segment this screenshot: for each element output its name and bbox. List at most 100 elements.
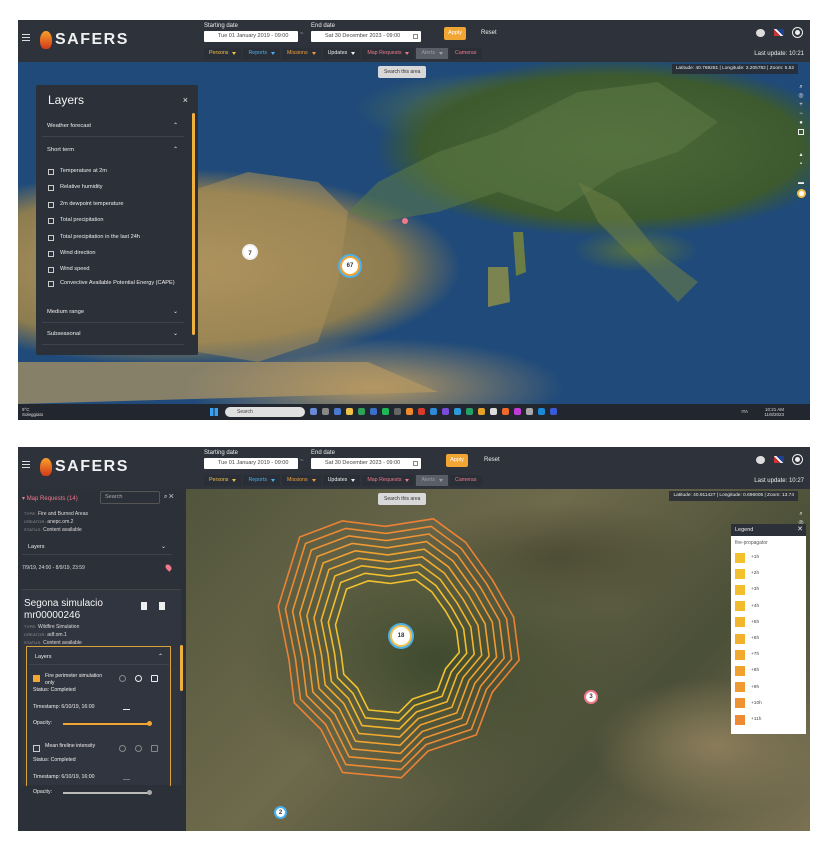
checkbox[interactable] (48, 202, 54, 208)
filter-reports[interactable]: Reports (243, 47, 280, 59)
reset-button[interactable]: Reset (481, 30, 497, 36)
info-icon[interactable] (135, 745, 142, 752)
cluster-marker[interactable]: 18 (390, 625, 412, 647)
map-request-pin[interactable] (402, 218, 408, 224)
search-icon[interactable]: ⌕ (798, 511, 804, 517)
filter-reports[interactable]: Reports (243, 474, 280, 486)
cluster-marker[interactable]: 2 (274, 806, 287, 819)
map-request-card[interactable]: Segona simulacio mr00000246 TYPE: Wildfir… (21, 589, 181, 795)
search-close-icons[interactable]: ⌕ ✕ (164, 494, 174, 501)
layer-checkbox[interactable]: Temperature at 2m (48, 168, 178, 176)
weather-widget[interactable]: 9°C Soleggiato (22, 407, 43, 417)
layer-checkbox[interactable]: 2m dewpoint temperature (48, 201, 178, 209)
download-icon[interactable] (123, 773, 130, 780)
taskbar-search[interactable]: Search (225, 407, 305, 417)
layer-checkbox[interactable]: Convective Available Potential Energy (C… (48, 280, 178, 288)
help-icon[interactable] (119, 675, 126, 682)
end-date-field[interactable]: Sat 30 December 2023 - 09:00 (311, 31, 421, 42)
copy-icon[interactable] (141, 602, 147, 610)
locate-icon[interactable]: ◎ (798, 93, 804, 99)
map-requests-search[interactable]: Search (100, 491, 160, 504)
apply-button[interactable]: Apply (444, 27, 466, 40)
zoom-in-icon[interactable]: + (798, 102, 804, 108)
panel-scrollbar[interactable] (180, 645, 183, 691)
calendar-icon[interactable] (413, 34, 418, 39)
filter-persons[interactable]: Persons (204, 47, 242, 59)
app-icon[interactable] (514, 408, 521, 415)
app-icon[interactable] (382, 408, 389, 415)
checkbox[interactable] (48, 251, 54, 257)
cluster-marker[interactable]: 3 (584, 690, 598, 704)
chrome-icon[interactable] (478, 408, 485, 415)
windows-start-icon[interactable] (210, 408, 218, 416)
uk-flag-icon[interactable] (774, 29, 784, 36)
filter-map-requests[interactable]: Map Requests (362, 47, 415, 59)
info-icon[interactable] (135, 675, 142, 682)
map-requests-header[interactable]: ▾ Map Requests (14) (22, 495, 78, 502)
search-this-area-button[interactable]: Search this area (378, 66, 427, 78)
opacity-knob[interactable] (146, 790, 152, 795)
zoom-out-icon[interactable]: − (798, 111, 804, 117)
draw-icon[interactable]: ▬ (798, 180, 804, 186)
app-icon[interactable] (406, 408, 413, 415)
filter-alerts[interactable]: Alerts (416, 474, 449, 486)
account-icon[interactable] (793, 455, 802, 464)
panel-scrollbar[interactable] (192, 113, 195, 335)
app-icon[interactable] (550, 408, 557, 415)
app-icon[interactable] (418, 408, 425, 415)
folder-icon[interactable] (346, 408, 353, 415)
app-icon[interactable] (502, 408, 509, 415)
menu-icon[interactable] (22, 34, 30, 41)
checkbox[interactable] (33, 675, 40, 682)
opacity-slider[interactable] (63, 792, 149, 794)
calendar-icon[interactable] (413, 461, 418, 466)
filter-cameras[interactable]: Cameras (450, 47, 482, 59)
checkbox[interactable] (48, 267, 54, 273)
cluster-marker[interactable]: 7 (242, 244, 258, 260)
checkbox[interactable] (48, 185, 54, 191)
app-icon[interactable] (334, 408, 341, 415)
filter-alerts[interactable]: Alerts (416, 47, 449, 59)
filter-missions[interactable]: Missions (281, 47, 321, 59)
account-icon[interactable] (793, 28, 802, 37)
filter-updates[interactable]: Updates (322, 47, 361, 59)
layers-toggle-icon[interactable] (798, 129, 804, 135)
copy-icon[interactable] (151, 745, 158, 752)
checkbox[interactable] (33, 745, 40, 752)
checkbox[interactable] (48, 281, 54, 287)
search-icon[interactable]: ⌕ (798, 84, 804, 90)
filter-persons[interactable]: Persons (204, 474, 242, 486)
app-icon[interactable] (394, 408, 401, 415)
checkbox[interactable] (48, 169, 54, 175)
download-icon[interactable] (123, 703, 130, 710)
opacity-knob[interactable] (146, 721, 152, 726)
search-this-area-button[interactable]: Search this area (378, 493, 427, 505)
copy-icon[interactable] (151, 675, 158, 682)
checkbox[interactable] (48, 218, 54, 224)
checkbox[interactable] (48, 235, 54, 241)
filter-map-requests[interactable]: Map Requests (362, 474, 415, 486)
layers-accordion[interactable]: Layers ⌃ (29, 649, 169, 665)
app-icon[interactable] (442, 408, 449, 415)
layer-checkbox[interactable]: Relative humidity (48, 184, 178, 192)
app-icon[interactable] (526, 408, 533, 415)
cluster-marker[interactable]: 67 (340, 256, 360, 276)
section-short-term[interactable]: Short term ⌃ (42, 141, 184, 161)
app-icon[interactable] (358, 408, 365, 415)
section-weather-forecast[interactable]: Weather forecast ⌃ (42, 117, 184, 137)
clock[interactable]: 10:21 AM 11/8/2023 (764, 407, 784, 417)
close-icon[interactable]: × (183, 95, 188, 105)
app-icon[interactable] (454, 408, 461, 415)
start-date-field[interactable]: Tue 01 January 2019 - 09:00 (204, 31, 298, 42)
end-date-field[interactable]: Sat 30 December 2023 - 09:00 (311, 458, 421, 469)
fire-icon[interactable]: ▴ (798, 152, 804, 158)
section-medium-range[interactable]: Medium range ⌄ (42, 303, 184, 323)
app-icon[interactable] (310, 408, 317, 415)
filter-updates[interactable]: Updates (322, 474, 361, 486)
layer-checkbox[interactable]: Wind direction (48, 250, 178, 258)
palette-icon[interactable] (756, 455, 765, 464)
app-icon[interactable] (538, 408, 545, 415)
layer-checkbox[interactable]: Total precipitation (48, 217, 178, 225)
map-view[interactable]: Latitude: 40.911427 | Longitude: 0.69600… (186, 489, 810, 831)
uk-flag-icon[interactable] (774, 456, 784, 463)
